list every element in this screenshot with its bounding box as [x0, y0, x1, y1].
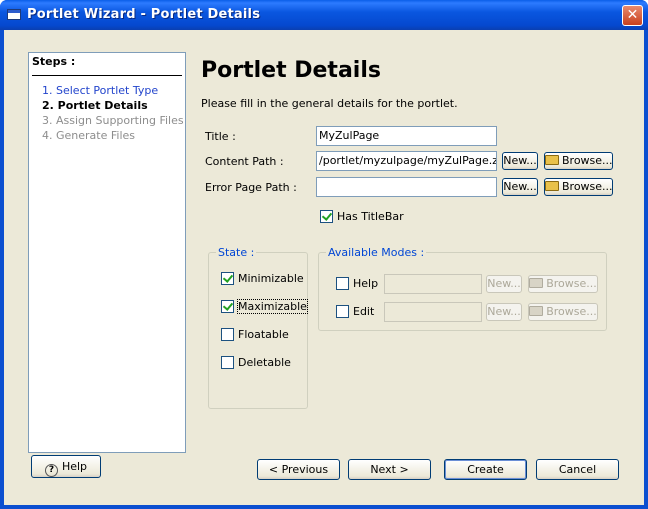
- browse-label: Browse...: [562, 180, 613, 193]
- page-subtitle: Please fill in the general details for t…: [201, 97, 458, 110]
- checkbox-box[interactable]: [336, 305, 349, 318]
- state-group: State : Minimizable Maximizable Floatabl…: [208, 246, 308, 409]
- edit-mode-label: Edit: [353, 305, 375, 318]
- checkbox-box[interactable]: [336, 277, 349, 290]
- edit-mode-new-button: New...: [486, 303, 522, 321]
- content-path-input[interactable]: /portlet/myzulpage/myZulPage.zul: [316, 151, 497, 171]
- floatable-label: Floatable: [238, 328, 289, 341]
- content-path-label: Content Path :: [205, 155, 284, 168]
- wizard-window: Portlet Wizard - Portlet Details ✕ Steps…: [0, 0, 648, 509]
- steps-panel: Steps : 1. Select Portlet Type 2. Portle…: [28, 52, 186, 453]
- help-mode-new-button: New...: [486, 275, 522, 293]
- create-button[interactable]: Create: [444, 459, 527, 480]
- checkbox-box[interactable]: [320, 210, 333, 223]
- checkbox-box[interactable]: [221, 356, 234, 369]
- window-title: Portlet Wizard - Portlet Details: [27, 7, 261, 22]
- minimizable-label: Minimizable: [238, 272, 304, 285]
- step-select-portlet-type[interactable]: 1. Select Portlet Type: [42, 84, 158, 97]
- folder-open-icon: [545, 181, 559, 191]
- browse-label: Browse...: [546, 305, 597, 318]
- title-bar[interactable]: Portlet Wizard - Portlet Details ✕: [0, 0, 648, 30]
- page-title: Portlet Details: [201, 58, 381, 83]
- checkbox-box[interactable]: [221, 300, 234, 313]
- content-path-new-button[interactable]: New...: [502, 152, 538, 170]
- floatable-checkbox[interactable]: Floatable: [221, 328, 289, 341]
- help-mode-checkbox[interactable]: Help: [336, 277, 378, 290]
- previous-button[interactable]: < Previous: [257, 459, 340, 480]
- step-portlet-details: 2. Portlet Details: [42, 99, 148, 112]
- checkbox-box[interactable]: [221, 272, 234, 285]
- deletable-checkbox[interactable]: Deletable: [221, 356, 291, 369]
- edit-mode-browse-button: Browse...: [528, 303, 598, 321]
- close-button[interactable]: ✕: [622, 5, 643, 26]
- has-titlebar-checkbox[interactable]: Has TitleBar: [320, 210, 404, 223]
- help-mode-path-input: [384, 274, 482, 294]
- help-mode-label: Help: [353, 277, 379, 290]
- deletable-label: Deletable: [238, 356, 291, 369]
- help-mode-browse-button: Browse...: [528, 275, 598, 293]
- maximizable-label: Maximizable: [237, 299, 308, 314]
- folder-open-icon: [529, 306, 544, 316]
- help-button-label: Help: [61, 460, 88, 473]
- state-group-legend: State :: [216, 246, 257, 259]
- has-titlebar-label: Has TitleBar: [337, 210, 404, 223]
- cancel-button[interactable]: Cancel: [536, 459, 619, 480]
- steps-title: Steps :: [32, 55, 76, 68]
- folder-open-icon: [529, 278, 544, 288]
- folder-open-icon: [545, 155, 559, 165]
- edit-mode-checkbox[interactable]: Edit: [336, 305, 374, 318]
- next-button[interactable]: Next >: [348, 459, 431, 480]
- error-page-path-label: Error Page Path :: [205, 181, 297, 194]
- title-label: Title :: [205, 130, 236, 143]
- browse-label: Browse...: [562, 154, 613, 167]
- error-page-browse-button[interactable]: Browse...: [544, 178, 613, 196]
- step-generate-files: 4. Generate Files: [42, 129, 136, 142]
- help-icon: ?: [44, 464, 58, 477]
- error-page-path-input[interactable]: [316, 177, 497, 197]
- content-path-browse-button[interactable]: Browse...: [544, 152, 613, 170]
- available-modes-group: Available Modes : Help New... Browse... …: [318, 246, 607, 331]
- available-modes-legend: Available Modes :: [326, 246, 427, 259]
- minimizable-checkbox[interactable]: Minimizable: [221, 272, 304, 285]
- edit-mode-path-input: [384, 302, 482, 322]
- help-button[interactable]: ? Help: [31, 455, 101, 478]
- maximizable-checkbox[interactable]: Maximizable: [221, 299, 308, 314]
- title-input[interactable]: MyZulPage: [316, 126, 497, 146]
- step-assign-supporting-files: 3. Assign Supporting Files: [42, 114, 184, 127]
- steps-divider: [32, 75, 182, 76]
- checkbox-box[interactable]: [221, 328, 234, 341]
- error-page-new-button[interactable]: New...: [502, 178, 538, 196]
- browse-label: Browse...: [546, 277, 597, 290]
- dialog-body: Steps : 1. Select Portlet Type 2. Portle…: [4, 30, 644, 505]
- close-icon: ✕: [626, 7, 639, 23]
- window-icon: [7, 9, 21, 20]
